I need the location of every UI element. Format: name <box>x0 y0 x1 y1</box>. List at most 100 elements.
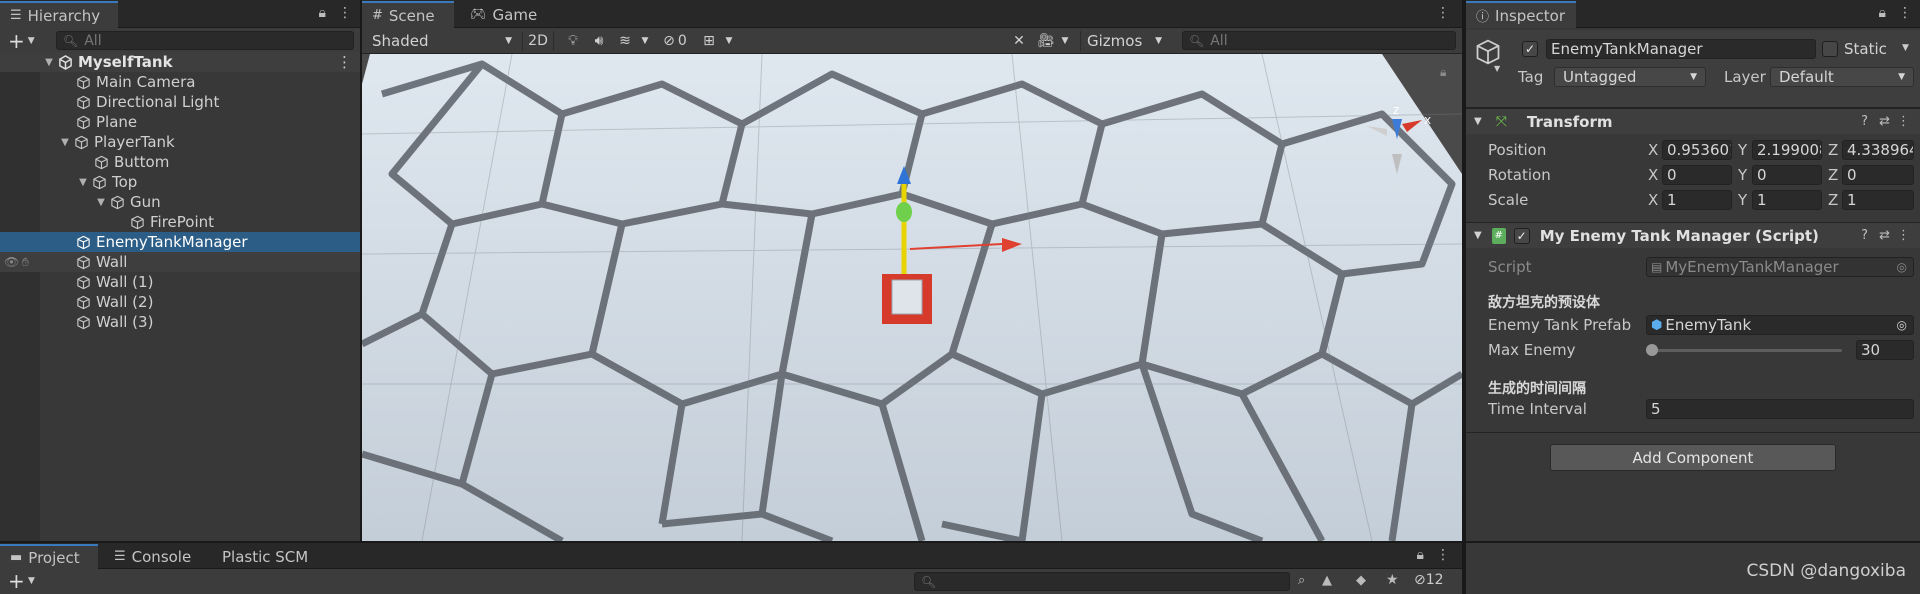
tab-plastic-scm[interactable]: Plastic SCM <box>212 544 322 569</box>
tab-inspector[interactable]: ⓘ Inspector <box>1466 1 1576 28</box>
position-x-field[interactable]: 0.953601 <box>1662 140 1732 160</box>
add-icon[interactable]: + <box>8 29 25 53</box>
visibility-eye-icon[interactable]: 👁︎ <box>4 255 19 269</box>
grid-toggle-icon[interactable]: ⊞ <box>698 31 720 51</box>
tab-scene[interactable]: # Scene <box>362 1 454 28</box>
label-tag-icon[interactable]: ◆ <box>1356 573 1366 588</box>
rotation-z-field[interactable]: 0 <box>1842 165 1914 185</box>
max-enemy-field[interactable]: 30 <box>1856 340 1914 360</box>
filter-icon[interactable]: ▲ <box>1322 573 1332 588</box>
hierarchy-search-input[interactable]: 🔍︎ All <box>56 31 354 50</box>
more-menu-icon[interactable]: ⋮ <box>1436 5 1450 21</box>
chevron-down-icon[interactable]: ▼ <box>1058 31 1072 51</box>
scale-y-field[interactable]: 1 <box>1752 190 1822 210</box>
chevron-down-icon[interactable]: ▼ <box>28 576 35 586</box>
project-search-input[interactable]: 🔍︎ <box>914 572 1290 591</box>
more-menu-icon[interactable]: ⋮ <box>1436 547 1450 563</box>
audio-speaker-icon[interactable]: 🔊︎ <box>588 31 610 51</box>
shading-mode-dropdown[interactable]: Shaded ▼ <box>366 31 518 51</box>
object-picker-icon[interactable]: ◎ <box>1897 318 1907 332</box>
script-component-header[interactable]: ▼ # ✓ My Enemy Tank Manager (Script) ? ⇄… <box>1466 222 1920 248</box>
hierarchy-item[interactable]: Wall (1) <box>0 272 360 292</box>
more-menu-icon[interactable]: ⋮ <box>1897 114 1910 129</box>
hierarchy-item[interactable]: ▼ Gun <box>0 192 360 212</box>
more-menu-icon[interactable]: ⋮ <box>337 53 352 71</box>
gizmos-dropdown[interactable]: Gizmos ▼ <box>1080 31 1168 51</box>
foldout-arrow-icon[interactable]: ▼ <box>1474 116 1482 127</box>
hierarchy-item[interactable]: Directional Light <box>0 92 360 112</box>
rotation-y-field[interactable]: 0 <box>1752 165 1822 185</box>
hierarchy-item-root[interactable]: ▼ MyselfTank ⋮ <box>0 52 360 72</box>
lock-icon[interactable]: 🔒︎ <box>1417 547 1424 563</box>
scene-viewport[interactable]: z x 🔒︎ <box>362 54 1462 541</box>
gameobject-cube-icon <box>108 193 126 211</box>
hierarchy-item[interactable]: Plane <box>0 112 360 132</box>
more-menu-icon[interactable]: ⋮ <box>1897 228 1910 243</box>
add-component-button[interactable]: Add Component <box>1550 444 1836 471</box>
scale-x-field[interactable]: 1 <box>1662 190 1732 210</box>
gameobject-cube-icon <box>92 153 110 171</box>
pickable-hand-icon[interactable]: ✋︎ <box>22 255 29 270</box>
search-by-type-icon[interactable]: ⌕ <box>1298 573 1305 588</box>
hierarchy-item[interactable]: Wall (2) <box>0 292 360 312</box>
component-divider <box>1466 432 1920 433</box>
chevron-down-icon[interactable]: ▼ <box>722 31 736 51</box>
max-enemy-slider-track[interactable] <box>1652 349 1842 352</box>
more-menu-icon[interactable]: ⋮ <box>1898 5 1912 21</box>
chevron-down-icon[interactable]: ▼ <box>1902 43 1909 53</box>
tag-dropdown[interactable]: Untagged ▼ <box>1554 67 1706 87</box>
expand-arrow-icon[interactable]: ▼ <box>76 177 90 188</box>
2d-toggle-button[interactable]: 2D <box>522 31 554 51</box>
expand-arrow-icon[interactable]: ▼ <box>94 197 108 208</box>
tab-console[interactable]: ☰ Console <box>104 544 204 569</box>
chevron-down-icon[interactable]: ▼ <box>1494 64 1500 73</box>
tab-project[interactable]: ▬ Project <box>0 544 98 569</box>
hidden-packages-toggle[interactable]: ⊘12 <box>1414 572 1444 588</box>
hierarchy-item[interactable]: 👁︎ ✋︎ Wall <box>0 252 360 272</box>
static-checkbox[interactable] <box>1822 41 1838 57</box>
hidden-objects-toggle[interactable]: ⊘ 0 <box>656 31 694 51</box>
enemy-tank-prefab-field[interactable]: ⬢ EnemyTank ◎ <box>1646 315 1914 335</box>
expand-arrow-icon[interactable]: ▼ <box>42 57 56 68</box>
hierarchy-item[interactable]: Wall (3) <box>0 312 360 332</box>
hierarchy-item[interactable]: Main Camera <box>0 72 360 92</box>
hierarchy-item-selected[interactable]: EnemyTankManager <box>0 232 360 252</box>
camera-icon[interactable]: 🎥︎ <box>1034 31 1058 51</box>
axis-x-label: x <box>1424 113 1431 127</box>
object-name-field[interactable]: EnemyTankManager <box>1546 39 1816 59</box>
rotation-x-field[interactable]: 0 <box>1662 165 1732 185</box>
layer-dropdown[interactable]: Default ▼ <box>1770 67 1914 87</box>
lighting-bulb-icon[interactable]: 💡︎ <box>562 31 584 51</box>
more-menu-icon[interactable]: ⋮ <box>338 5 352 21</box>
tools-icon[interactable]: ✕ <box>1008 31 1030 51</box>
component-enabled-checkbox[interactable]: ✓ <box>1513 227 1530 244</box>
chevron-down-icon[interactable]: ▼ <box>28 36 35 46</box>
hierarchy-item[interactable]: ▼ PlayerTank <box>0 132 360 152</box>
help-icon[interactable]: ? <box>1861 114 1868 129</box>
lock-icon[interactable]: 🔒︎ <box>1440 65 1446 79</box>
scene-search-input[interactable]: 🔍︎ All <box>1182 31 1456 50</box>
lock-icon[interactable]: 🔒︎ <box>1879 5 1886 21</box>
position-y-field[interactable]: 2.199008 <box>1752 140 1822 160</box>
tab-hierarchy[interactable]: ☰ Hierarchy <box>0 1 118 28</box>
lock-icon[interactable]: 🔒︎ <box>319 5 326 21</box>
transform-header[interactable]: ▼ ⤧ Transform ? ⇄ ⋮ <box>1466 108 1920 134</box>
active-checkbox[interactable]: ✓ <box>1522 41 1538 57</box>
position-z-field[interactable]: 4.338964 <box>1842 140 1914 160</box>
preset-icon[interactable]: ⇄ <box>1879 114 1890 129</box>
hierarchy-item[interactable]: FirePoint <box>0 212 360 232</box>
hierarchy-item[interactable]: Buttom <box>0 152 360 172</box>
hierarchy-item[interactable]: ▼ Top <box>0 172 360 192</box>
time-interval-field[interactable]: 5 <box>1646 399 1914 419</box>
scale-z-field[interactable]: 1 <box>1842 190 1914 210</box>
add-icon[interactable]: + <box>8 569 25 593</box>
expand-arrow-icon[interactable]: ▼ <box>58 137 72 148</box>
max-enemy-slider-thumb[interactable] <box>1646 344 1658 356</box>
effects-layers-icon[interactable]: ≋ <box>614 31 636 51</box>
chevron-down-icon[interactable]: ▼ <box>638 31 652 51</box>
favorite-star-icon[interactable]: ★ <box>1386 572 1399 588</box>
preset-icon[interactable]: ⇄ <box>1879 228 1890 243</box>
foldout-arrow-icon[interactable]: ▼ <box>1474 230 1482 241</box>
help-icon[interactable]: ? <box>1861 228 1868 243</box>
tab-game[interactable]: 🎮︎ Game <box>460 1 540 28</box>
